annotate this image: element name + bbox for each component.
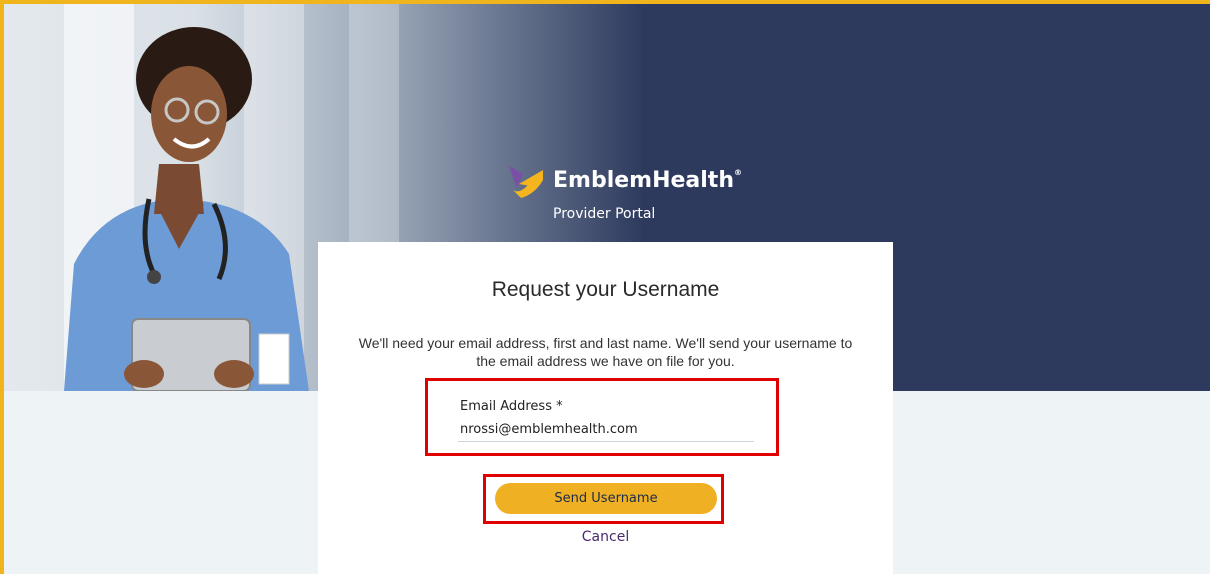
- nurse-illustration: [64, 27, 309, 391]
- email-field[interactable]: [458, 417, 754, 442]
- portal-subtitle: Provider Portal: [553, 206, 656, 222]
- page-title: Request your Username: [491, 278, 720, 301]
- instructions-text: We'll need your email address, first and…: [358, 335, 853, 369]
- emblemhealth-logo-icon: [509, 166, 543, 198]
- brand-name: EmblemHealth®: [553, 168, 742, 193]
- send-username-button[interactable]: Send Username: [495, 483, 717, 514]
- request-username-card: Request your Username We'll need your em…: [318, 242, 893, 574]
- cancel-link[interactable]: Cancel: [318, 529, 893, 545]
- registered-mark: ®: [733, 168, 742, 177]
- email-field-label: Email Address *: [460, 399, 563, 414]
